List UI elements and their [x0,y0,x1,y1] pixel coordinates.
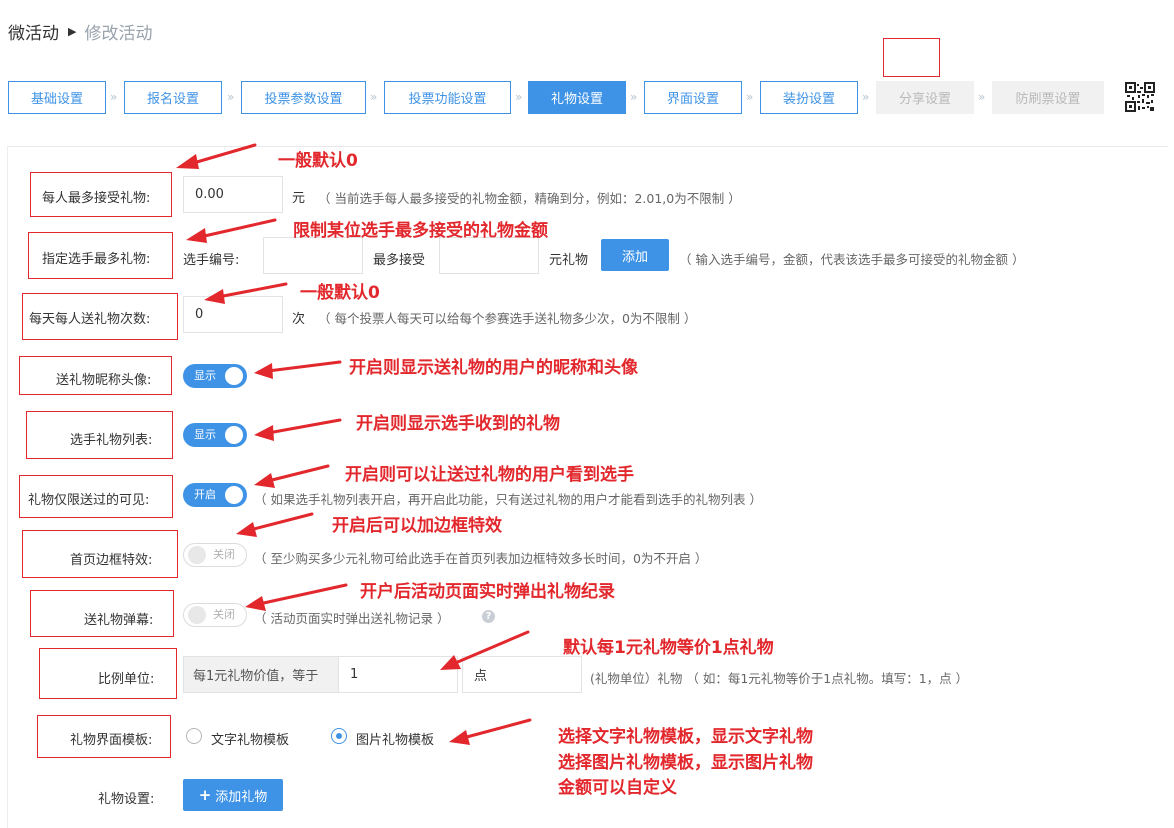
arrow-line [266,418,342,435]
arrow-line [188,143,257,166]
annotation-arrows [176,143,532,745]
arrow-head [254,473,275,488]
arrow-head [204,289,225,304]
arrow-line [216,282,288,299]
arrow-line [266,360,342,373]
arrow-head [236,522,257,537]
arrow-line [266,464,330,483]
arrow-line [461,718,532,740]
arrow-line [257,583,348,606]
arrow-head [186,228,207,243]
arrow-head [254,425,274,441]
arrow-head [254,363,273,379]
arrow-head [176,154,199,169]
arrow-line [198,218,277,239]
arrow-line [451,630,530,666]
arrow-head [449,730,470,745]
arrow-head [245,596,266,611]
arrow-line [248,512,314,532]
